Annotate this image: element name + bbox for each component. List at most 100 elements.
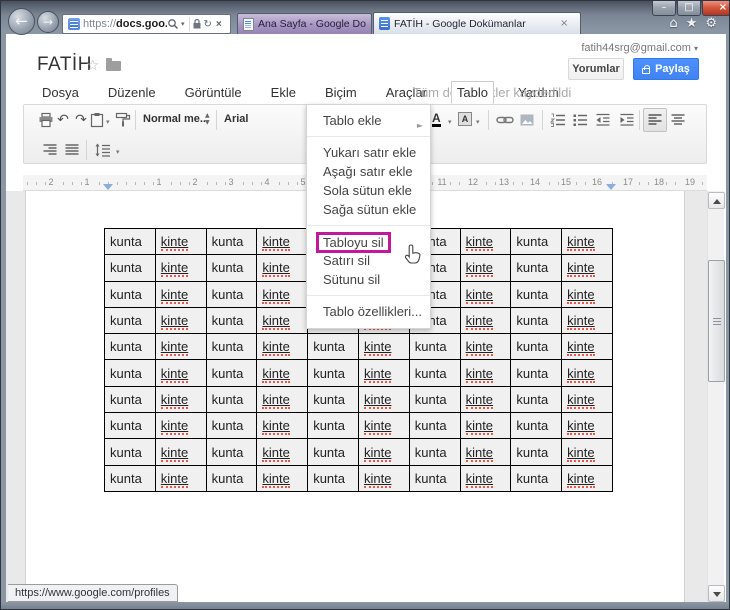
decrease-indent-icon[interactable] <box>595 112 611 128</box>
table-cell[interactable]: kinte <box>459 438 512 466</box>
styles-dropdown[interactable]: Normal me... <box>143 113 209 125</box>
table-cell[interactable]: kinte <box>561 280 613 308</box>
url-text[interactable]: https://docs.goo... <box>83 18 167 30</box>
menu-item-sola-s-tun-ekle[interactable]: Sola sütun ekle <box>307 181 430 200</box>
redo-icon[interactable]: ↷ <box>73 112 89 128</box>
table-cell[interactable]: kinte <box>561 333 613 361</box>
table-cell[interactable]: kunta <box>307 359 359 387</box>
table-cell[interactable]: kinte <box>256 254 309 282</box>
numbered-list-icon[interactable] <box>550 112 566 128</box>
align-center-icon[interactable] <box>670 112 686 128</box>
table-cell[interactable]: kinte <box>154 385 207 414</box>
table-cell[interactable]: kinte <box>154 306 207 335</box>
menubar-item-dosya[interactable]: Dosya <box>37 82 84 103</box>
table-cell[interactable]: kunta <box>205 359 258 387</box>
table-cell[interactable]: kunta <box>104 438 156 466</box>
table-cell[interactable]: kunta <box>510 280 563 308</box>
search-dropdown-icon[interactable]: ▾ <box>181 20 185 28</box>
table-cell[interactable]: kinte <box>459 464 512 492</box>
line-spacing-dropdown-icon[interactable]: ▾ <box>116 148 120 156</box>
table-cell[interactable]: kinte <box>357 359 410 387</box>
table-cell[interactable]: kunta <box>205 306 258 335</box>
forward-button[interactable]: → <box>37 11 59 33</box>
table-cell[interactable]: kinte <box>459 254 512 282</box>
share-button[interactable]: Paylaş <box>633 58 699 80</box>
table-cell[interactable]: kinte <box>256 438 309 466</box>
table-cell[interactable]: kunta <box>510 412 563 440</box>
table-cell[interactable]: kunta <box>307 333 359 361</box>
table-cell[interactable]: kinte <box>561 464 613 492</box>
table-cell[interactable]: kinte <box>459 306 512 335</box>
back-button[interactable]: ← <box>8 8 35 35</box>
table-cell[interactable]: kunta <box>510 227 563 256</box>
table-cell[interactable]: kunta <box>104 254 156 282</box>
ruler-indent-marker[interactable] <box>606 184 616 190</box>
minimize-button[interactable]: – <box>652 1 676 16</box>
menu-item-s-tunu-sil[interactable]: Sütunu sil <box>307 270 430 289</box>
table-cell[interactable]: kinte <box>357 438 410 466</box>
table-cell[interactable]: kinte <box>256 412 309 440</box>
table-cell[interactable]: kunta <box>205 464 258 492</box>
refresh-icon[interactable]: ↻ <box>204 19 212 30</box>
account-email[interactable]: fatih44srg@gmail.com ▾ <box>581 42 698 54</box>
highlight-dropdown-icon[interactable]: ▾ <box>476 118 480 126</box>
maximize-button[interactable]: □ <box>677 1 701 16</box>
table-cell[interactable]: kunta <box>408 333 461 361</box>
table-cell[interactable]: kinte <box>459 280 512 308</box>
table-cell[interactable]: kinte <box>561 254 613 282</box>
table-cell[interactable]: kunta <box>205 333 258 361</box>
font-dropdown[interactable]: Arial <box>224 113 248 125</box>
insert-image-icon[interactable] <box>519 112 535 128</box>
insert-link-icon[interactable] <box>496 112 514 128</box>
web-clipboard-icon[interactable] <box>90 112 104 128</box>
settings-gear-icon[interactable]: ⚙ <box>705 16 717 31</box>
search-icon[interactable] <box>167 18 179 30</box>
table-cell[interactable]: kinte <box>154 227 207 256</box>
table-cell[interactable]: kunta <box>307 438 359 466</box>
table-cell[interactable]: kunta <box>104 412 156 440</box>
home-icon[interactable]: ⌂ <box>669 16 677 31</box>
table-cell[interactable]: kunta <box>510 359 563 387</box>
table-cell[interactable]: kunta <box>408 412 461 440</box>
table-cell[interactable]: kinte <box>256 385 309 414</box>
menu-item-yukar-sat-r-ekle[interactable]: Yukarı satır ekle <box>307 143 430 162</box>
table-cell[interactable]: kunta <box>104 333 156 361</box>
table-cell[interactable]: kinte <box>154 438 207 466</box>
table-cell[interactable]: kunta <box>104 359 156 387</box>
menubar-item-görüntüle[interactable]: Görüntüle <box>180 82 247 103</box>
document-title[interactable]: FATİH <box>37 54 92 76</box>
clipboard-dropdown-icon[interactable]: ▾ <box>106 118 110 126</box>
menu-item-tablo-ekle[interactable]: Tablo ekle ► <box>307 111 430 130</box>
table-cell[interactable]: kunta <box>205 438 258 466</box>
bulleted-list-icon[interactable] <box>572 112 588 128</box>
table-cell[interactable]: kinte <box>561 359 613 387</box>
table-cell[interactable]: kunta <box>104 306 156 335</box>
table-cell[interactable]: kinte <box>154 254 207 282</box>
table-cell[interactable]: kunta <box>408 438 461 466</box>
table-cell[interactable]: kunta <box>205 412 258 440</box>
table-cell[interactable]: kunta <box>307 385 359 414</box>
tab-fatih-active[interactable]: FATİH - Google Dokümanlar × <box>373 12 581 34</box>
table-cell[interactable]: kunta <box>205 385 258 414</box>
star-document-icon[interactable]: ☆ <box>86 56 99 74</box>
styles-spinner-icon[interactable]: ▲ ▼ <box>205 112 210 126</box>
table-cell[interactable]: kinte <box>459 227 512 256</box>
table-cell[interactable]: kinte <box>154 464 207 492</box>
table-cell[interactable]: kinte <box>357 412 410 440</box>
table-cell[interactable]: kinte <box>459 359 512 387</box>
table-cell[interactable]: kinte <box>256 359 309 387</box>
table-cell[interactable]: kunta <box>104 227 156 256</box>
vertical-scrollbar[interactable] <box>707 191 725 603</box>
table-cell[interactable]: kunta <box>104 464 156 492</box>
menubar-item-ekle[interactable]: Ekle <box>266 82 301 103</box>
paint-format-icon[interactable] <box>115 112 131 128</box>
close-button[interactable]: × <box>702 1 729 16</box>
menu-item-a-a-sat-r-ekle[interactable]: Aşağı satır ekle <box>307 162 430 181</box>
table-cell[interactable]: kunta <box>510 438 563 466</box>
table-cell[interactable]: kunta <box>510 306 563 335</box>
comments-button[interactable]: Yorumlar <box>568 58 624 80</box>
table-cell[interactable]: kinte <box>459 385 512 414</box>
table-cell[interactable]: kunta <box>104 385 156 414</box>
table-cell[interactable]: kinte <box>154 280 207 308</box>
table-cell[interactable]: kunta <box>408 464 461 492</box>
